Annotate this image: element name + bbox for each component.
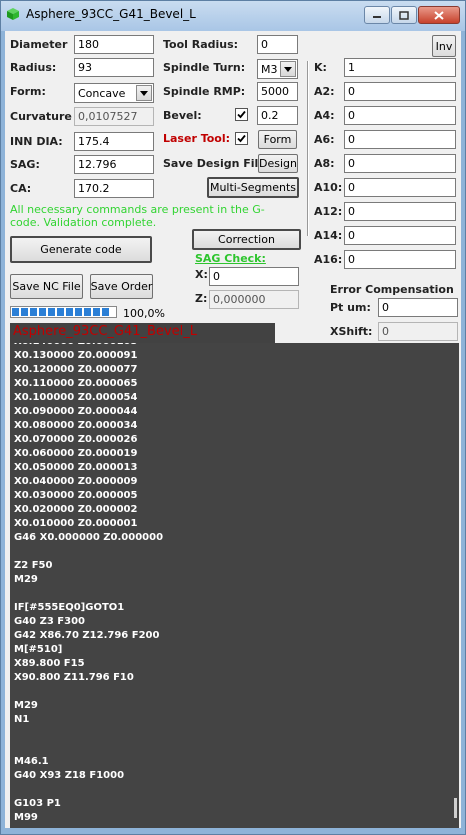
inv-button[interactable]: Inv (432, 35, 456, 57)
close-icon (434, 10, 444, 20)
gcode-output-area[interactable]: X0.140000 Z0.000105 X0.130000 Z0.000091 … (10, 343, 459, 828)
coef-input-k[interactable]: 1 (344, 58, 456, 77)
diameter-input[interactable]: 180 (74, 35, 154, 54)
gcode-text: X0.140000 Z0.000105 X0.130000 Z0.000091 … (14, 343, 164, 823)
coef-label-a8: A8: (314, 157, 335, 170)
sag-label: SAG: (10, 158, 40, 171)
curvature-label: Curvature (10, 110, 72, 123)
coef-input-a12[interactable]: 0 (344, 202, 456, 221)
checkmark-icon (237, 134, 246, 143)
save-design-label: Save Design File: (163, 157, 271, 170)
inn-dia-label: INN DIA: (10, 135, 63, 148)
title-bar[interactable]: Asphere_93CC_G41_Bevel_L (1, 1, 465, 31)
progress-segment (75, 308, 82, 316)
bevel-label: Bevel: (163, 109, 202, 122)
coef-label-a4: A4: (314, 109, 335, 122)
app-window: Asphere_93CC_G41_Bevel_L Diameter 180 Ra… (0, 0, 466, 835)
progress-percent: 100,0% (123, 307, 165, 320)
radius-label: Radius: (10, 61, 57, 74)
progress-segment (39, 308, 46, 316)
form-select[interactable]: Concave (74, 83, 154, 103)
coef-input-a6[interactable]: 0 (344, 130, 456, 149)
chevron-down-icon[interactable] (280, 61, 296, 77)
error-compensation-title: Error Compensation (330, 283, 454, 296)
tool-radius-label: Tool Radius: (163, 38, 239, 51)
coef-label-a2: A2: (314, 85, 335, 98)
bevel-input[interactable]: 0.2 (257, 106, 298, 125)
coef-label-a12: A12: (314, 205, 343, 218)
checkmark-icon (237, 110, 246, 119)
spindle-turn-select[interactable]: M3 (257, 59, 298, 79)
progress-segment (84, 308, 91, 316)
progress-segment (48, 308, 55, 316)
pt-um-input[interactable]: 0 (378, 298, 458, 317)
sag-check-z-field: 0,000000 (209, 290, 299, 309)
progress-segment (21, 308, 28, 316)
coef-input-a14[interactable]: 0 (344, 226, 456, 245)
maximize-button[interactable] (391, 6, 417, 24)
generate-code-button[interactable]: Generate code (10, 236, 152, 263)
pt-um-label: Pt um: (330, 301, 371, 314)
progress-segment (102, 308, 109, 316)
progress-segment (12, 308, 19, 316)
coef-input-a10[interactable]: 0 (344, 178, 456, 197)
spindle-rmp-input[interactable]: 5000 (257, 82, 298, 101)
form-label: Form: (10, 85, 46, 98)
ca-label: CA: (10, 182, 32, 195)
laser-tool-checkbox[interactable] (235, 132, 248, 145)
spindle-turn-label: Spindle Turn: (163, 61, 246, 74)
tool-radius-input[interactable]: 0 (257, 35, 298, 54)
gcode-program-title: Asphere_93CC_G41_Bevel_L (10, 323, 275, 343)
main-panel: Diameter 180 Radius: 93 Form: Concave Cu… (5, 31, 461, 828)
coef-input-a2[interactable]: 0 (344, 82, 456, 101)
app-cube-icon (7, 8, 19, 20)
sag-check-title: SAG Check: (195, 252, 266, 265)
progress-segment (93, 308, 100, 316)
save-nc-file-button[interactable]: Save NC File (10, 274, 83, 299)
validation-status-text: All necessary commands are present in th… (10, 203, 265, 229)
curvature-field: 0,0107527 (74, 107, 154, 126)
progress-segment (66, 308, 73, 316)
sag-check-x-label: X: (195, 268, 208, 281)
coef-input-a16[interactable]: 0 (344, 250, 456, 269)
bevel-checkbox[interactable] (235, 108, 248, 121)
inn-dia-input[interactable]: 175.4 (74, 132, 154, 151)
radius-input[interactable]: 93 (74, 58, 154, 77)
minimize-icon (373, 16, 381, 18)
column-divider (307, 61, 309, 236)
scrollbar-thumb[interactable] (454, 798, 457, 818)
coef-label-a14: A14: (314, 229, 343, 242)
progress-bar (10, 306, 117, 318)
sag-check-z-label: Z: (195, 292, 208, 305)
xshift-field: 0 (378, 322, 458, 341)
coef-label-a10: A10: (314, 181, 343, 194)
design-button[interactable]: Design (258, 154, 298, 173)
sag-input[interactable]: 12.796 (74, 155, 154, 174)
form-select-value: Concave (78, 87, 126, 100)
coef-label-a16: A16: (314, 253, 343, 266)
progress-segment (30, 308, 37, 316)
coef-label-k: K: (314, 61, 327, 74)
laser-tool-label: Laser Tool: (163, 132, 231, 145)
close-button[interactable] (418, 6, 460, 24)
xshift-label: XShift: (330, 325, 373, 338)
sag-check-x-input[interactable]: 0 (209, 267, 299, 286)
spindle-rmp-label: Spindle RMP: (163, 85, 246, 98)
save-order-button[interactable]: Save Order (90, 274, 153, 299)
multi-segments-button[interactable]: Multi-Segments (207, 177, 299, 198)
maximize-icon (399, 10, 409, 20)
correction-button[interactable]: Correction (192, 229, 301, 250)
coef-input-a8[interactable]: 0 (344, 154, 456, 173)
spindle-turn-value: M3 (261, 63, 278, 76)
chevron-down-icon[interactable] (136, 85, 152, 101)
progress-segment (57, 308, 64, 316)
form-button[interactable]: Form (258, 130, 297, 149)
window-title: Asphere_93CC_G41_Bevel_L (26, 7, 196, 21)
coef-label-a6: A6: (314, 133, 335, 146)
ca-input[interactable]: 170.2 (74, 179, 154, 198)
diameter-label: Diameter (10, 38, 68, 51)
minimize-button[interactable] (364, 6, 390, 24)
coef-input-a4[interactable]: 0 (344, 106, 456, 125)
